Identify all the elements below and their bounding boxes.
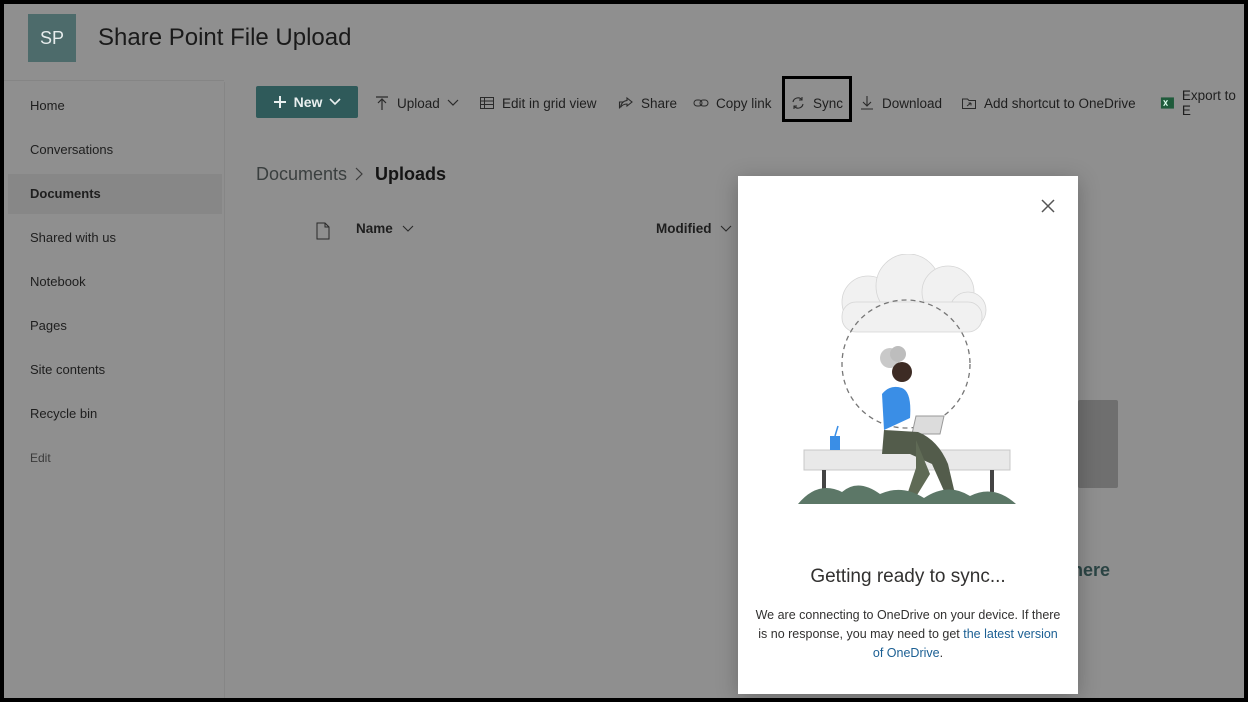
add-shortcut-label: Add shortcut to OneDrive: [984, 95, 1136, 111]
breadcrumb-documents[interactable]: Documents: [256, 164, 347, 185]
chevron-down-icon: [720, 225, 732, 232]
new-button-label: New: [293, 94, 323, 110]
plus-icon: [273, 96, 286, 108]
column-name-header[interactable]: Name: [356, 221, 414, 236]
column-name-label: Name: [356, 221, 393, 236]
nav-item-conversations[interactable]: Conversations: [8, 130, 222, 170]
edit-grid-view-button[interactable]: Edit in grid view: [479, 88, 597, 118]
empty-state-folder-illustration: [1078, 400, 1118, 488]
left-navigation: Home Conversations Documents Shared with…: [4, 82, 225, 698]
excel-icon: [1160, 97, 1174, 109]
breadcrumb-uploads: Uploads: [375, 164, 447, 184]
nav-item-notebook[interactable]: Notebook: [8, 262, 222, 302]
add-shortcut-button[interactable]: Add shortcut to OneDrive: [961, 88, 1136, 118]
nav-item-documents[interactable]: Documents: [8, 174, 222, 214]
nav-item-recycle-bin[interactable]: Recycle bin: [8, 394, 222, 434]
copy-link-button[interactable]: Copy link: [693, 88, 772, 118]
nav-item-shared-with-us[interactable]: Shared with us: [8, 218, 222, 258]
export-excel-button[interactable]: Export to E: [1160, 88, 1244, 118]
share-icon: [618, 96, 633, 109]
export-excel-label: Export to E: [1181, 88, 1236, 118]
link-icon: [693, 99, 709, 107]
nav-item-home[interactable]: Home: [8, 86, 222, 126]
upload-button[interactable]: Upload: [374, 88, 459, 118]
dialog-message: We are connecting to OneDrive on your de…: [754, 606, 1062, 663]
close-icon[interactable]: [1038, 196, 1058, 216]
divider: [4, 80, 224, 81]
sync-dialog: Getting ready to sync... We are connecti…: [738, 176, 1078, 694]
new-button[interactable]: New: [256, 86, 358, 118]
share-button[interactable]: Share: [618, 88, 677, 118]
chevron-down-icon: [447, 99, 459, 106]
dialog-title: Getting ready to sync...: [810, 566, 1006, 587]
grid-icon: [480, 97, 494, 109]
app-window: SP Share Point File Upload Home Conversa…: [4, 4, 1244, 698]
chevron-down-icon: [402, 225, 413, 232]
nav-item-pages[interactable]: Pages: [8, 306, 222, 346]
shortcut-icon: [962, 98, 976, 109]
sync-illustration: [798, 254, 1016, 504]
column-modified-label: Modified: [656, 221, 712, 236]
dialog-message-end: .: [939, 646, 944, 660]
site-logo[interactable]: SP: [28, 14, 76, 62]
chevron-down-icon: [329, 98, 341, 106]
download-label: Download: [882, 95, 943, 111]
copy-link-label: Copy link: [716, 95, 772, 111]
sync-highlight-box: [782, 76, 852, 122]
share-label: Share: [641, 95, 678, 111]
download-icon: [861, 96, 873, 110]
document-icon[interactable]: [316, 222, 330, 240]
site-title[interactable]: Share Point File Upload: [98, 24, 351, 52]
chevron-right-icon: [355, 167, 363, 181]
nav-edit-link[interactable]: Edit: [8, 438, 222, 478]
upload-label: Upload: [397, 95, 440, 111]
column-modified-header[interactable]: Modified: [656, 221, 732, 236]
nav-item-site-contents[interactable]: Site contents: [8, 350, 222, 390]
download-button[interactable]: Download: [859, 88, 942, 118]
edit-grid-view-label: Edit in grid view: [502, 95, 597, 111]
upload-icon: [376, 96, 388, 110]
